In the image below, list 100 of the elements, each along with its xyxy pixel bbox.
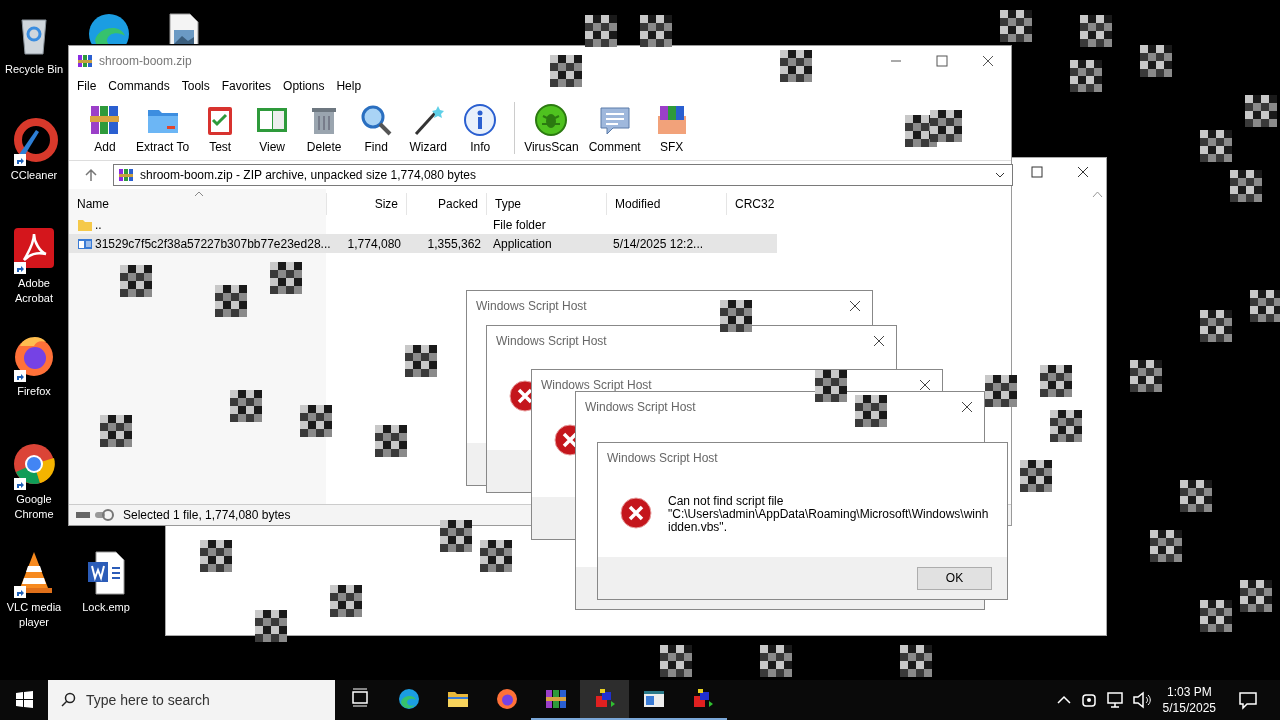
- glitch-block: [1150, 530, 1182, 562]
- menu-item[interactable]: Tools: [177, 79, 218, 93]
- glitch-block: [1250, 290, 1280, 322]
- glitch-block: [1245, 95, 1277, 127]
- glitch-block: [120, 265, 152, 297]
- glitch-block: [230, 390, 262, 422]
- glitch-block: [1070, 60, 1102, 92]
- drive-icon: [75, 508, 115, 522]
- menu-item[interactable]: Favorites: [217, 79, 280, 93]
- glitch-block: [1040, 365, 1072, 397]
- close-icon[interactable]: [848, 299, 862, 313]
- up-arrow-icon[interactable]: [83, 167, 99, 183]
- close-icon[interactable]: [960, 400, 974, 414]
- glitch-block: [375, 425, 407, 457]
- glitch-block: [1200, 600, 1232, 632]
- toolbar-button[interactable]: Info: [456, 100, 505, 156]
- toolbar-button[interactable]: SFX: [647, 100, 696, 156]
- glitch-block: [440, 520, 472, 552]
- glitch-block: [330, 585, 362, 617]
- menu-item[interactable]: Help: [332, 79, 370, 93]
- glitch-block: [930, 110, 962, 142]
- info-icon: [462, 102, 499, 138]
- menu-item[interactable]: Options: [279, 79, 333, 93]
- desktop-icon-label[interactable]: Google Chrome: [1, 492, 67, 522]
- toolbar-button[interactable]: VirusScan: [521, 100, 582, 156]
- error-message: Can not find script file "C:\Users\admin\AppData\Roaming\Microsoft\Windows\winhidden.vbs".: [668, 495, 990, 534]
- dialog-title: Windows Script Host: [607, 451, 718, 465]
- table-cell: 1,774,080: [347, 236, 401, 251]
- archive-icon: [118, 167, 134, 183]
- column-header[interactable]: Packed: [407, 193, 487, 215]
- glitch-block: [760, 645, 792, 677]
- desktop-icon-label[interactable]: VLC media player: [1, 600, 67, 630]
- search-icon: [60, 692, 76, 708]
- dialog-title: Windows Script Host: [541, 378, 652, 392]
- toolbar-button[interactable]: Add: [81, 100, 129, 156]
- file-row[interactable]: 31529c7f5c2f38a57227b307bb77e23ed28... 1,774,080 1,355,362 Application 5/14/2025 12:2...: [69, 234, 777, 253]
- glitch-block: [1130, 360, 1162, 392]
- glitch-block: [720, 300, 752, 332]
- table-cell: 5/14/2025 12:2...: [613, 236, 704, 251]
- glitch-block: [200, 540, 232, 572]
- column-header[interactable]: CRC32: [727, 193, 777, 215]
- window-title: shroom-boom.zip: [99, 54, 192, 68]
- glitch-block: [1140, 45, 1172, 77]
- column-header[interactable]: Size: [327, 193, 407, 215]
- desktop-icon-label[interactable]: Lock.emp: [82, 600, 130, 615]
- column-header[interactable]: Modified: [607, 193, 727, 215]
- menu-item[interactable]: File: [73, 79, 105, 93]
- close-icon[interactable]: [872, 334, 886, 348]
- table-cell: Application: [493, 236, 552, 251]
- glitch-block: [640, 15, 672, 47]
- glitch-block: [815, 370, 847, 402]
- file-name: 31529c7f5c2f38a57227b307bb77e23ed28...: [95, 236, 331, 251]
- toolbar-button[interactable]: Wizard: [404, 100, 453, 156]
- ok-button[interactable]: OK: [917, 566, 992, 590]
- toolbar-button[interactable]: Extract To: [133, 100, 193, 156]
- edge-icon: [396, 687, 421, 711]
- table-cell: 1,355,362: [427, 236, 481, 251]
- desktop-icon-label[interactable]: Recycle Bin: [4, 62, 64, 77]
- toolbar-button[interactable]: Comment: [585, 100, 644, 156]
- glitch-block: [660, 645, 692, 677]
- desktop-icon-label[interactable]: Firefox: [17, 384, 51, 399]
- search-field[interactable]: Type here to search: [48, 680, 335, 720]
- toolbar-button[interactable]: Delete: [300, 100, 349, 156]
- status-text: Selected 1 file, 1,774,080 bytes: [123, 508, 291, 522]
- glitch-block: [480, 540, 512, 572]
- glitch-block: [300, 405, 332, 437]
- glitch-block: [405, 345, 437, 377]
- table-cell: File folder: [493, 217, 546, 232]
- glitch-block: [1080, 15, 1112, 47]
- glitch-block: [1230, 170, 1262, 202]
- toolbar-button[interactable]: View: [248, 100, 297, 156]
- glitch-block: [900, 645, 932, 677]
- glitch-block: [985, 375, 1017, 407]
- error-icon: [620, 497, 652, 529]
- glitch-block: [1180, 480, 1212, 512]
- desktop-icon-label[interactable]: Adobe Acrobat: [1, 276, 67, 306]
- clock[interactable]: 1:03 PM 5/15/2025: [1154, 684, 1224, 716]
- close-icon[interactable]: [918, 378, 932, 392]
- date: 5/15/2025: [1162, 700, 1216, 716]
- glitch-block: [255, 610, 287, 642]
- glitch-block: [1240, 580, 1272, 612]
- glitch-block: [215, 285, 247, 317]
- menu-item[interactable]: Commands: [104, 79, 178, 93]
- glitch-block: [100, 415, 132, 447]
- file-name: ..: [95, 217, 102, 232]
- toolbar-button[interactable]: Find: [352, 100, 401, 156]
- column-header[interactable]: Type: [487, 193, 607, 215]
- archive-icon: [77, 53, 93, 69]
- desktop-icon-label[interactable]: CCleaner: [10, 168, 58, 183]
- file-row[interactable]: .. File folder: [69, 215, 777, 234]
- glitch-block: [1200, 130, 1232, 162]
- column-header[interactable]: Name: [69, 193, 327, 215]
- glitch-block: [780, 50, 812, 82]
- path-dropdown[interactable]: shroom-boom.zip - ZIP archive, unpacked size 1,774,080 bytes: [113, 164, 1013, 186]
- glitch-block: [550, 55, 582, 87]
- toolbar-button[interactable]: Test: [196, 100, 245, 156]
- glitch-block: [855, 395, 887, 427]
- books-icon: [543, 687, 568, 711]
- glitch-block: [1000, 10, 1032, 42]
- firefox-icon: [494, 687, 519, 711]
